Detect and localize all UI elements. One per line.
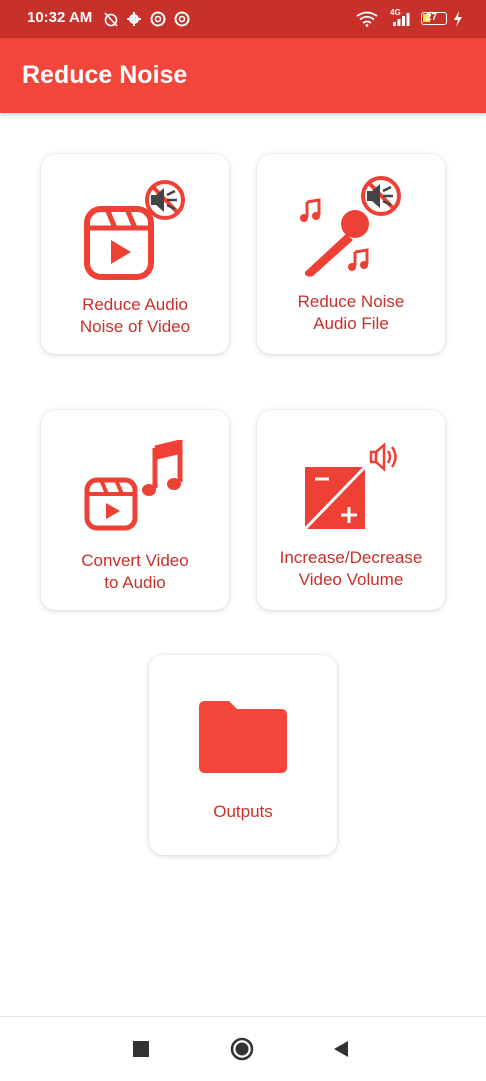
recents-button[interactable] [133,1041,149,1057]
microphone-mute-icon [300,176,401,277]
folder-icon [199,701,287,773]
card-label: Increase/Decrease Video Volume [279,548,423,589]
increase-decrease-video-volume-card[interactable]: Increase/Decrease Video Volume [257,410,445,610]
card-label: Convert Video to Audio [81,551,189,592]
card-label: Reduce Audio Noise of Video [79,295,191,336]
page-title: Reduce Noise [22,61,188,89]
settings-icon [127,12,141,26]
alarm-off-icon [104,12,118,27]
wifi-icon [356,11,378,27]
card-label: Reduce Noise Audio File [297,292,405,333]
app-icon [150,11,166,27]
volume-adjust-icon [303,442,397,531]
battery-icon: 27 [421,12,447,25]
status-time: 10:32 AM [27,9,93,26]
app-bar: Reduce Noise [0,38,486,113]
app-icon [174,11,190,27]
home-button[interactable] [230,1037,254,1061]
card-label: Outputs [213,802,273,821]
reduce-noise-audio-file-card[interactable]: Reduce Noise Audio File [257,154,445,354]
video-mute-icon [84,180,185,280]
navigation-bar [0,1016,486,1081]
video-to-music-icon [84,440,183,531]
convert-video-to-audio-card[interactable]: Convert Video to Audio [41,410,229,610]
battery-percent: 27 [426,12,438,23]
status-bar: 10:32 AM 4G 27 [0,0,486,38]
back-button[interactable] [332,1040,350,1058]
reduce-audio-noise-of-video-card[interactable]: Reduce Audio Noise of Video [41,154,229,354]
signal-icon [393,13,410,26]
outputs-card[interactable]: Outputs [149,655,337,855]
charging-icon [454,11,462,27]
